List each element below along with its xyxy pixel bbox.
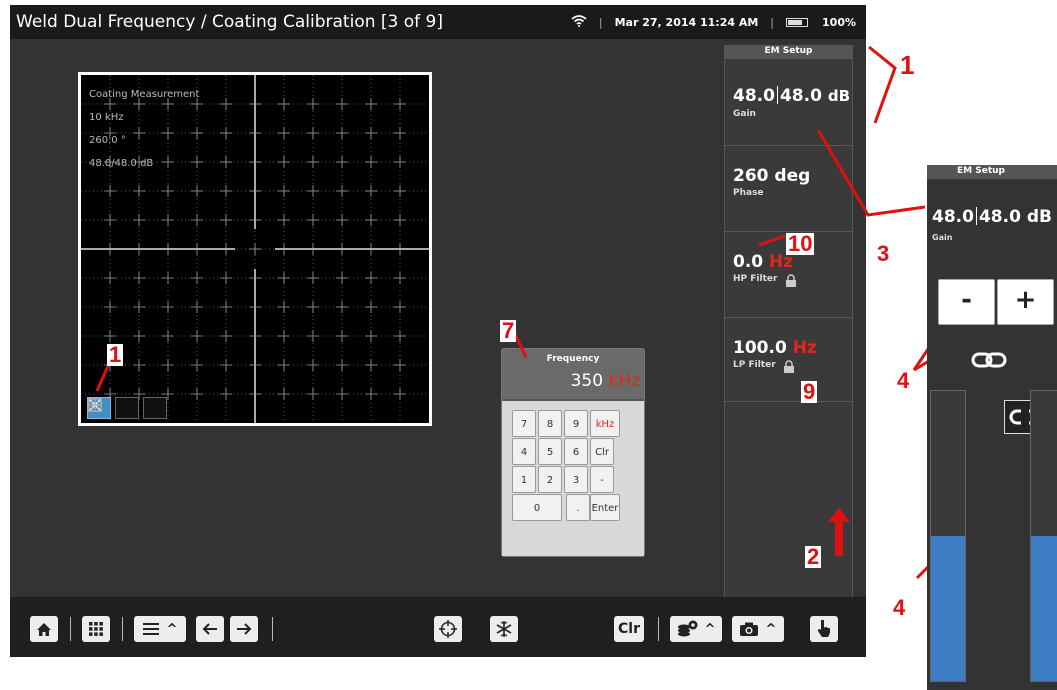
callout-9: 9 <box>801 379 818 404</box>
callout-1: 1 <box>900 50 915 80</box>
callout-4: 4 <box>893 595 906 620</box>
callout-1-plot: 1 <box>107 342 124 367</box>
callout-7: 7 <box>500 318 517 343</box>
callout-10: 10 <box>786 231 815 256</box>
gain-decrease-button[interactable]: - <box>938 279 995 325</box>
inset-header: EM Setup <box>927 165 1057 179</box>
inset-gain-value: 48.0 48.0 dB <box>932 207 1052 227</box>
link-icon[interactable] <box>971 349 1007 371</box>
gain-bar-left[interactable] <box>930 390 966 682</box>
callout-3: 3 <box>877 241 890 266</box>
callout-leaders <box>95 45 1044 580</box>
em-setup-zoom-inset: EM Setup 48.0 48.0 dB Gain - + <box>927 165 1057 690</box>
callout-2: 2 <box>805 544 822 569</box>
gain-increase-button[interactable]: + <box>997 279 1054 325</box>
gain-bar-right-fill <box>1031 536 1057 681</box>
inset-gain-label: Gain <box>932 233 953 242</box>
gain-bar-right[interactable] <box>1030 390 1057 682</box>
gain-bar-left-fill <box>931 536 965 681</box>
callout-4: 4 <box>897 368 910 393</box>
